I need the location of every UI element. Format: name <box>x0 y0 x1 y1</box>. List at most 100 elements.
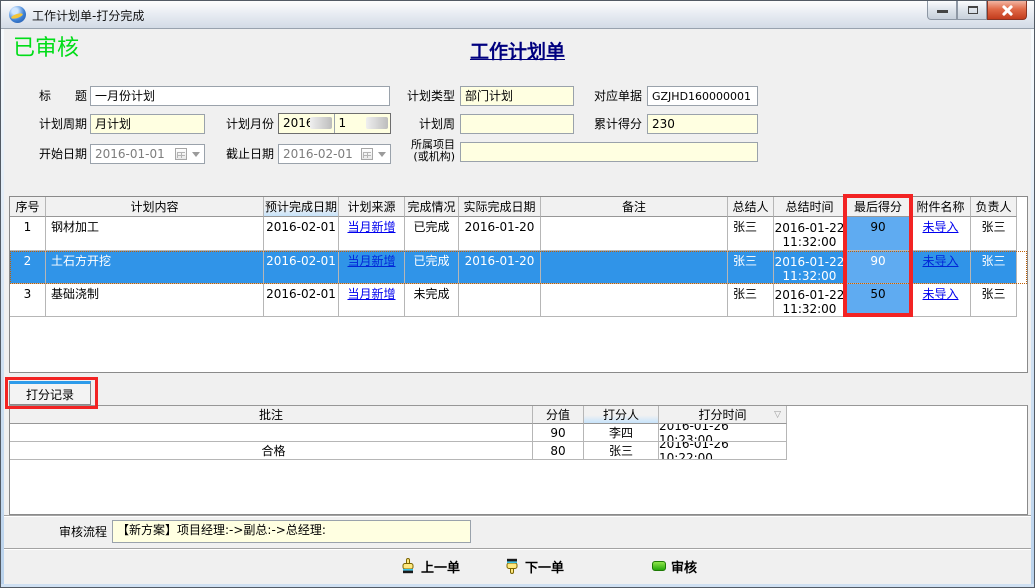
cell-expected-date: 2016-02-01 <box>264 251 339 284</box>
table-row[interactable]: 1 钢材加工 2016-02-01 当月新增 已完成 2016-01-20 张三… <box>10 217 1027 251</box>
table-row[interactable]: 3 基础浇制 2016-02-01 当月新增 未完成 张三 2016-01-22… <box>10 284 1027 317</box>
minimize-icon[interactable] <box>927 1 957 20</box>
page-title: 工作计划单 <box>1 37 1034 64</box>
audit-flow-field[interactable]: 【新方案】项目经理:->副总:->总经理: <box>112 520 471 543</box>
col-header-source[interactable]: 计划来源 <box>339 197 405 217</box>
end-date-value: 2016-02-01 <box>283 147 353 161</box>
cell-final-score: 90 <box>846 217 911 251</box>
summary-date: 2016-01-22 <box>775 255 845 269</box>
divider <box>1 548 1034 550</box>
green-badge-icon <box>652 561 666 571</box>
col-header-summary-time[interactable]: 总结时间 <box>774 197 846 217</box>
title-field-label: 标 题 <box>31 88 87 104</box>
cell-seq: 1 <box>10 217 46 251</box>
cell-content: 土石方开挖 <box>46 251 264 284</box>
cell-score-time: 2016-01-26 10:23:00 <box>659 424 787 442</box>
plan-year-spinner[interactable]: 2016 <box>279 114 335 133</box>
source-link[interactable]: 当月新增 <box>347 220 395 234</box>
cell-remark <box>541 251 728 284</box>
window-frame-left <box>1 29 4 587</box>
title-bar[interactable]: 工作计划单-打分完成 <box>1 1 1034 29</box>
audit-button[interactable]: 审核 <box>652 554 697 578</box>
score-time-header-label: 打分时间 <box>698 406 746 423</box>
calendar-icon <box>175 148 187 160</box>
hand-point-down-icon <box>504 558 520 574</box>
sort-descending-icon[interactable]: ▽ <box>774 410 781 420</box>
attachment-link[interactable]: 未导入 <box>922 220 958 234</box>
window-title: 工作计划单-打分完成 <box>32 7 144 24</box>
project-label-line2: (或机构) <box>399 151 455 163</box>
list-item[interactable]: 90 李四 2016-01-26 10:23:00 <box>10 424 1027 442</box>
previous-doc-label: 上一单 <box>421 557 460 576</box>
title-field[interactable]: 一月份计划 <box>90 86 390 106</box>
app-window: 工作计划单-打分完成 已审核 工作计划单 标 题 一月份计划 计划类型 部门计划… <box>0 0 1035 588</box>
end-date-field[interactable]: 2016-02-01 <box>278 144 391 164</box>
total-score-label: 累计得分 <box>586 116 642 132</box>
summary-date: 2016-01-22 <box>775 288 845 302</box>
cell-expected-date: 2016-02-01 <box>264 284 339 317</box>
plan-table-header-row: 序号 计划内容 预计完成日期 计划来源 完成情况 实际完成日期 备注 总结人 总… <box>10 197 1027 217</box>
plan-table: 序号 计划内容 预计完成日期 计划来源 完成情况 实际完成日期 备注 总结人 总… <box>9 196 1028 373</box>
col-header-status[interactable]: 完成情况 <box>405 197 459 217</box>
cell-content: 基础浇制 <box>46 284 264 317</box>
col-header-score[interactable]: 分值 <box>533 406 584 424</box>
close-glyph <box>1002 5 1013 16</box>
score-table: 批注 分值 打分人 打分时间 ▽ 90 李四 2016-01-26 10:23:… <box>9 405 1028 515</box>
chevron-down-icon[interactable] <box>378 152 386 157</box>
col-header-remark[interactable]: 批注 <box>10 406 533 424</box>
plan-cycle-field[interactable]: 月计划 <box>90 114 205 134</box>
maximize-icon[interactable] <box>957 1 987 20</box>
end-date-label: 截止日期 <box>218 146 274 162</box>
col-header-expected-date[interactable]: 预计完成日期 <box>264 197 339 217</box>
col-header-scorer[interactable]: 打分人 <box>584 406 659 424</box>
source-link[interactable]: 当月新增 <box>347 254 395 268</box>
cell-summary-time: 2016-01-22 11:32:00 <box>774 217 846 251</box>
plan-week-field[interactable] <box>460 114 574 134</box>
col-header-content[interactable]: 计划内容 <box>46 197 264 217</box>
start-date-label: 开始日期 <box>31 146 87 162</box>
previous-doc-button[interactable]: 上一单 <box>400 554 460 578</box>
list-item[interactable]: 合格 80 张三 2016-01-26 10:22:00 <box>10 442 1027 460</box>
cell-expected-date: 2016-02-01 <box>264 217 339 251</box>
cell-seq: 2 <box>10 251 46 284</box>
cell-final-score: 90 <box>846 251 911 284</box>
chevron-down-icon[interactable] <box>192 152 200 157</box>
cell-score: 90 <box>533 424 584 442</box>
col-header-score-time[interactable]: 打分时间 ▽ <box>659 406 787 424</box>
col-header-seq[interactable]: 序号 <box>10 197 46 217</box>
next-doc-label: 下一单 <box>525 557 564 576</box>
cell-seq: 3 <box>10 284 46 317</box>
col-header-summarizer[interactable]: 总结人 <box>728 197 774 217</box>
cell-summarizer: 张三 <box>728 284 774 317</box>
project-field[interactable] <box>460 142 758 162</box>
attachment-link[interactable]: 未导入 <box>922 287 958 301</box>
window-frame-right <box>1031 29 1034 587</box>
cell-final-score: 50 <box>846 284 911 317</box>
next-doc-button[interactable]: 下一单 <box>504 554 564 578</box>
cell-summarizer: 张三 <box>728 251 774 284</box>
source-link[interactable]: 当月新增 <box>347 287 395 301</box>
doc-no-field[interactable]: GZJHD160000001 <box>647 86 758 106</box>
col-header-owner[interactable]: 负责人 <box>971 197 1017 217</box>
col-header-remark[interactable]: 备注 <box>541 197 728 217</box>
plan-week-label: 计划周 <box>399 116 455 132</box>
cell-owner: 张三 <box>971 251 1017 284</box>
total-score-field[interactable]: 230 <box>647 114 758 134</box>
plan-month-label: 计划月份 <box>218 116 274 132</box>
app-logo-icon <box>9 6 26 23</box>
plan-month-spinner[interactable]: 1 <box>335 114 391 133</box>
table-row-selected[interactable]: 2 土石方开挖 2016-02-01 当月新增 已完成 2016-01-20 张… <box>10 251 1027 284</box>
col-header-final-score[interactable]: 最后得分 <box>846 197 911 217</box>
cell-remark <box>10 424 533 442</box>
cell-actual-date: 2016-01-20 <box>459 251 541 284</box>
col-header-actual-date[interactable]: 实际完成日期 <box>459 197 541 217</box>
close-icon[interactable] <box>987 1 1027 20</box>
cell-actual-date <box>459 284 541 317</box>
cell-content: 钢材加工 <box>46 217 264 251</box>
attachment-link[interactable]: 未导入 <box>922 254 958 268</box>
tab-score-records[interactable]: 打分记录 <box>9 381 91 405</box>
col-header-attachment[interactable]: 附件名称 <box>911 197 971 217</box>
summary-time: 11:32:00 <box>783 235 837 249</box>
plan-type-field[interactable]: 部门计划 <box>460 86 574 106</box>
start-date-field[interactable]: 2016-01-01 <box>90 144 205 164</box>
